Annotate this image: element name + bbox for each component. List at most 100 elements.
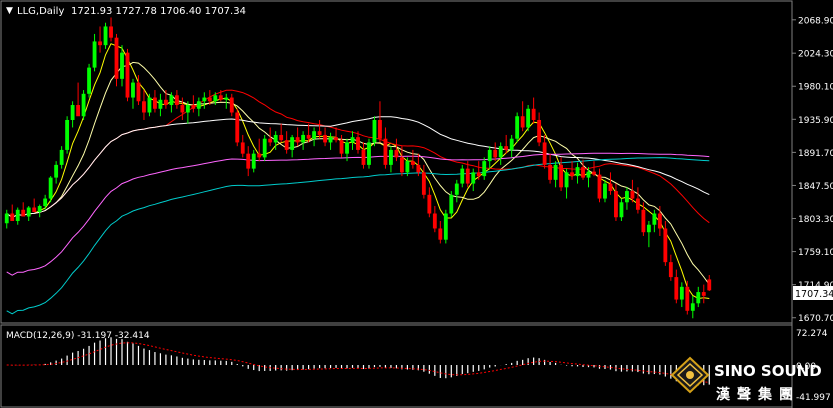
candle-body — [581, 167, 585, 178]
candle-body — [438, 228, 443, 240]
candle-body — [76, 105, 81, 117]
candle-body — [372, 119, 377, 143]
candle-body — [279, 134, 284, 141]
candle-body — [383, 138, 388, 165]
candle-body — [87, 67, 91, 94]
candle-body — [240, 142, 245, 154]
candle-body — [218, 95, 223, 100]
candle-body — [356, 137, 360, 150]
macd-label: MACD(12,26,9) -31.197 -32.414 — [6, 331, 150, 341]
candle-body — [421, 172, 426, 195]
candle-body — [493, 149, 498, 158]
price-tick-label: 1980.10 — [798, 83, 833, 93]
candle-body — [630, 191, 635, 199]
candle-body — [652, 213, 657, 225]
candle-body — [465, 168, 470, 184]
candle-body — [471, 172, 476, 184]
candle-body — [207, 97, 212, 102]
candle-body — [460, 168, 465, 184]
candle-body — [367, 142, 371, 165]
candle-body — [339, 140, 344, 154]
candle[interactable] — [372, 116, 377, 147]
candle-body — [163, 99, 168, 106]
candle-body — [394, 149, 399, 158]
candle-body — [416, 164, 421, 173]
candle-body — [26, 207, 31, 217]
candle-body — [235, 112, 240, 143]
candle-body — [10, 213, 15, 221]
candle-body — [301, 134, 306, 143]
price-tick-label: 1759.10 — [798, 248, 833, 258]
candle-body — [295, 137, 300, 143]
candle-body — [169, 95, 174, 106]
price-tick-label: 1803.30 — [798, 215, 833, 225]
candle-body — [229, 97, 234, 113]
candle-body — [498, 146, 503, 158]
candle-body — [509, 138, 514, 150]
candle-body — [158, 99, 163, 109]
candle[interactable] — [449, 191, 454, 218]
candle-body — [564, 172, 569, 188]
current-price-label: 1707.34 — [795, 289, 833, 300]
candle-body — [328, 137, 333, 143]
candle[interactable] — [367, 138, 371, 169]
candle[interactable] — [262, 134, 267, 162]
candle-body — [48, 177, 53, 199]
candle-body — [690, 303, 695, 311]
candle-body — [114, 37, 119, 79]
candle-body — [103, 26, 108, 46]
chart-background — [0, 0, 833, 408]
price-tick-label: 2068.90 — [798, 16, 833, 26]
candle-body — [614, 191, 618, 218]
price-tick-label: 1935.90 — [798, 116, 833, 126]
candle-body — [707, 279, 712, 291]
candle-body — [657, 213, 662, 229]
candle-body — [262, 138, 267, 158]
candle-body — [685, 286, 690, 311]
candle-body — [625, 191, 629, 203]
candle-body — [663, 228, 668, 263]
candle-body — [312, 131, 317, 139]
candle[interactable] — [65, 116, 70, 154]
candle[interactable] — [443, 209, 448, 244]
candle-body — [174, 95, 179, 106]
candle[interactable] — [103, 22, 108, 49]
candle[interactable] — [125, 48, 130, 102]
candle[interactable] — [81, 90, 86, 120]
candle-body — [559, 164, 563, 188]
candle-body — [317, 131, 322, 135]
candle-body — [196, 101, 201, 109]
candle-body — [515, 116, 520, 139]
candle-body — [147, 97, 152, 113]
candle-body — [520, 116, 525, 128]
trading-chart[interactable]: ▼ LLG,Daily 1721.93 1727.78 1706.40 1707… — [0, 0, 833, 408]
candle-body — [575, 167, 580, 177]
candle-body — [120, 52, 124, 79]
candle[interactable] — [87, 63, 91, 98]
candle[interactable] — [515, 112, 520, 143]
candle[interactable] — [114, 33, 119, 87]
candle[interactable] — [48, 176, 53, 203]
candle-body — [70, 105, 75, 120]
candle-body — [109, 26, 113, 38]
candle-body — [268, 138, 273, 143]
candle[interactable] — [235, 108, 240, 147]
candle-body — [251, 153, 256, 169]
candle-body — [553, 164, 558, 180]
candle-body — [476, 172, 481, 177]
chart-header: ▼ LLG,Daily 1721.93 1727.78 1706.40 1707… — [6, 6, 246, 17]
candle-body — [487, 149, 492, 162]
candle-body — [32, 207, 37, 213]
candle-body — [586, 171, 591, 178]
candle-body — [81, 93, 86, 117]
price-tick-label: 2024.30 — [798, 50, 833, 60]
candle[interactable] — [526, 105, 531, 132]
candle-body — [443, 213, 448, 240]
candle-body — [608, 183, 613, 192]
candle-body — [619, 202, 624, 218]
candle-body — [306, 134, 311, 139]
candle-body — [246, 153, 251, 169]
price-tick-label: 1847.50 — [798, 182, 833, 192]
candle-body — [65, 119, 70, 150]
candle-body — [378, 119, 382, 139]
